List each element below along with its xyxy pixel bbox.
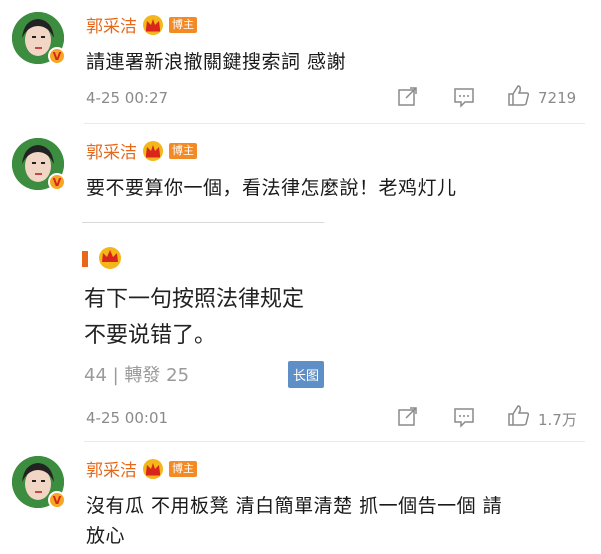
username[interactable]: 郭采洁	[86, 456, 137, 481]
comment-text: 沒有瓜 不用板凳 清白簡單清楚 抓一個告一個 請	[86, 495, 503, 517]
verified-v-icon: V	[48, 491, 66, 509]
comment-text: 放心	[86, 525, 126, 547]
crown-icon	[143, 458, 163, 479]
author-badge: 博主	[169, 460, 197, 477]
comment-item: V 郭采洁 博主 沒有瓜 不用板凳 清白簡單清楚 抓一個告一個 請 放心	[0, 0, 601, 554]
